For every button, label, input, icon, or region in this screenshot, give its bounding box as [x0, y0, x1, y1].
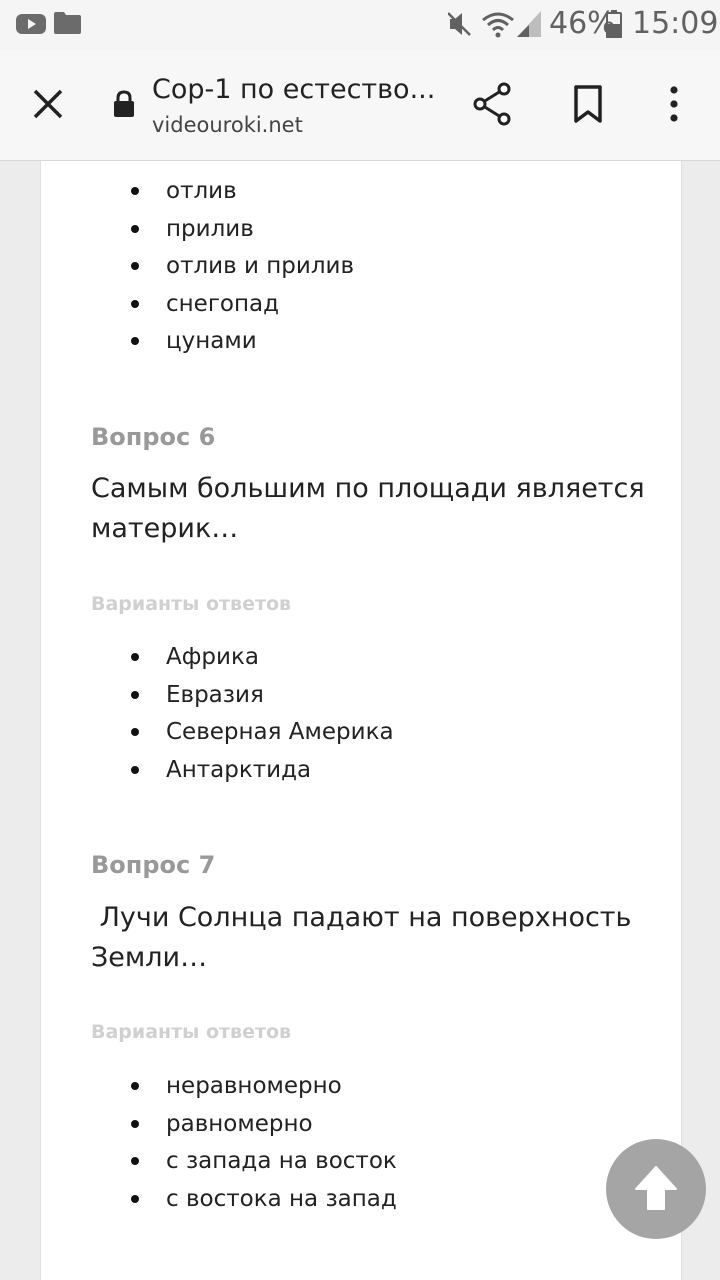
- status-bar: 46% 15:09: [0, 0, 720, 50]
- bookmark-icon[interactable]: [573, 84, 603, 128]
- mute-icon: [447, 11, 472, 41]
- answer-option: неравномерно: [41, 1072, 397, 1110]
- folder-icon: [54, 12, 81, 38]
- answer-option: равномерно: [41, 1110, 397, 1148]
- share-icon[interactable]: [472, 82, 512, 130]
- answer-option: отлив и прилив: [41, 252, 354, 290]
- answer-option: снегопад: [41, 290, 354, 328]
- scroll-to-top-button[interactable]: [606, 1139, 706, 1239]
- page-url: videouroki.net: [152, 113, 303, 137]
- answer-option: с запада на восток: [41, 1147, 397, 1185]
- page-title: Сор-1 по естество...: [152, 74, 436, 105]
- close-icon[interactable]: [32, 88, 64, 124]
- page-content: отлив прилив отлив и прилив снегопад цун…: [40, 161, 682, 1280]
- question-7-answers: неравномерно равномерно с запада на вост…: [41, 1072, 397, 1222]
- question-6-answers: Африка Евразия Северная Америка Антаркти…: [41, 643, 394, 793]
- battery-icon: [606, 10, 622, 42]
- lock-icon: [113, 90, 135, 122]
- question-6-variants-label: Варианты ответов: [91, 593, 292, 615]
- question-7-title: Вопрос 7: [91, 851, 216, 879]
- answer-option: Северная Америка: [41, 718, 394, 756]
- answer-option: цунами: [41, 327, 354, 365]
- answer-option: отлив: [41, 177, 354, 215]
- answer-option: Антарктида: [41, 756, 394, 794]
- question-6-text: Самым большим по площади является матери…: [91, 473, 645, 544]
- answer-option: прилив: [41, 215, 354, 253]
- question-7-text: Лучи Солнца падают на поверхность Земли…: [91, 902, 641, 973]
- more-vert-icon[interactable]: [667, 86, 681, 126]
- question-6-title: Вопрос 6: [91, 423, 216, 451]
- wifi-icon: [481, 10, 515, 42]
- question-7-variants-label: Варианты ответов: [91, 1021, 292, 1043]
- answer-option: Евразия: [41, 681, 394, 719]
- youtube-icon: [16, 12, 46, 40]
- clock: 15:09: [632, 6, 719, 41]
- signal-icon: [517, 11, 543, 41]
- previous-question-answers: отлив прилив отлив и прилив снегопад цун…: [41, 177, 354, 365]
- answer-option: Африка: [41, 643, 394, 681]
- answer-option: с востока на запад: [41, 1185, 397, 1223]
- custom-tab-toolbar: Сор-1 по естество... videouroki.net: [0, 50, 720, 161]
